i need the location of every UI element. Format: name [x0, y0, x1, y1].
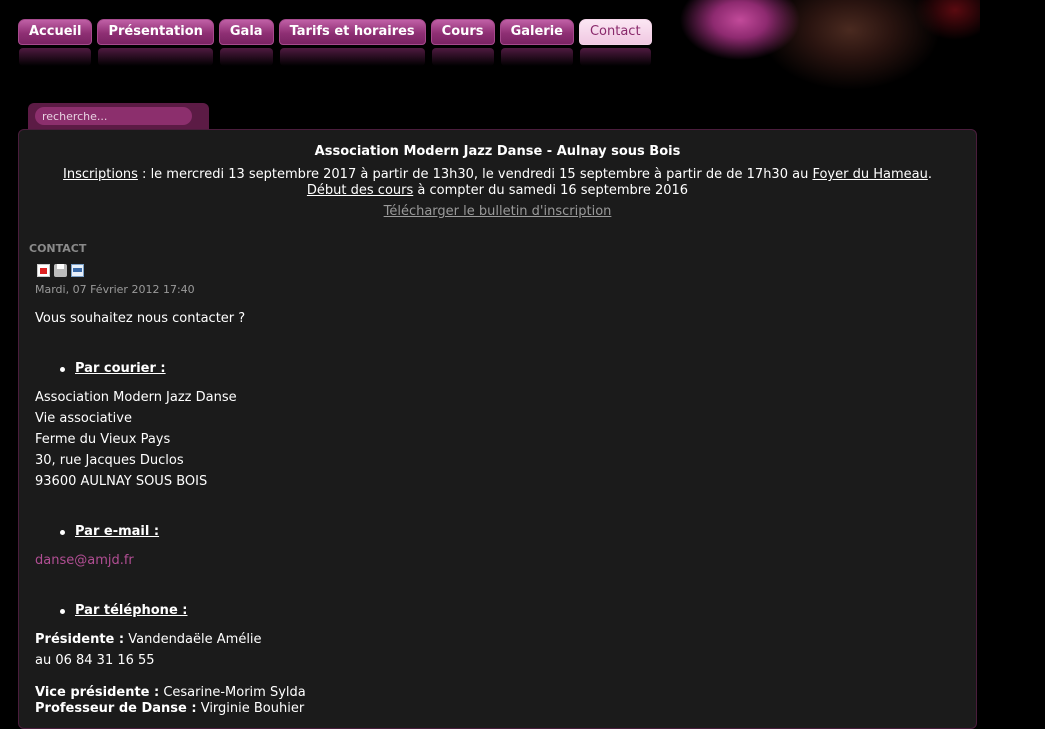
nav-tarifs-horaires[interactable]: Tarifs et horaires [278, 19, 426, 66]
download-bulletin-link[interactable]: Télécharger le bulletin d'inscription [384, 204, 612, 219]
nav-presentation[interactable]: Présentation [97, 19, 214, 66]
intro-text: Vous souhaitez nous contacter ? [35, 311, 246, 326]
pdf-icon[interactable] [37, 264, 50, 277]
nav-contact[interactable]: Contact [578, 19, 652, 66]
address-line: Ferme du Vieux Pays [35, 432, 171, 447]
vp-name: Cesarine-Morim Sylda [159, 685, 306, 700]
president-line: Présidente : Vandendaële Amélie [35, 632, 262, 647]
phone-heading: Par téléphone : [59, 603, 188, 618]
inscriptions-text: : le mercredi 13 septembre 2017 à partir… [137, 167, 813, 182]
president-name: Vandendaële Amélie [124, 632, 262, 647]
section-heading: CONTACT [29, 242, 87, 255]
teacher-name: Virginie Bouhier [196, 701, 305, 716]
courses-link[interactable]: Début des cours [307, 183, 413, 198]
article-tools [37, 264, 84, 277]
address-line: 93600 AULNAY SOUS BOIS [35, 474, 208, 489]
inscriptions-line: Inscriptions : le mercredi 13 septembre … [19, 167, 976, 182]
nav-accueil[interactable]: Accueil [18, 19, 93, 66]
print-icon[interactable] [54, 264, 67, 277]
article-date: Mardi, 07 Février 2012 17:40 [35, 283, 195, 296]
address-line: Vie associative [35, 411, 132, 426]
email-link[interactable]: danse@amjd.fr [35, 553, 134, 568]
mail-heading: Par courier : [60, 361, 166, 376]
president-label: Présidente : [35, 632, 125, 647]
courses-line: Début des cours à compter du samedi 16 s… [19, 183, 976, 198]
vp-label: Vice présidente : [35, 685, 160, 700]
content-panel: Association Modern Jazz Danse - Aulnay s… [18, 129, 977, 729]
nav-galerie[interactable]: Galerie [499, 19, 574, 66]
nav-gala[interactable]: Gala [218, 19, 274, 66]
address-line: Association Modern Jazz Danse [35, 390, 237, 405]
download-line: Télécharger le bulletin d'inscription [19, 204, 976, 219]
main-nav: Accueil Présentation Gala Tarifs et hora… [18, 19, 652, 66]
search-tab [28, 103, 209, 130]
venue-link[interactable]: Foyer du Hameau [812, 167, 927, 182]
teacher-line: Professeur de Danse : Virginie Bouhier [35, 701, 304, 716]
vp-line: Vice présidente : Cesarine-Morim Sylda [35, 685, 306, 700]
search-input[interactable] [35, 107, 192, 125]
address-line: 30, rue Jacques Duclos [35, 453, 184, 468]
venue-end: . [927, 167, 932, 182]
email-heading: Par e-mail : [59, 524, 160, 539]
inscriptions-link[interactable]: Inscriptions [63, 167, 138, 182]
email-icon[interactable] [71, 264, 84, 277]
nav-cours[interactable]: Cours [430, 19, 495, 66]
teacher-label: Professeur de Danse : [35, 701, 197, 716]
header-dancer-image [680, 0, 980, 100]
president-phone: au 06 84 31 16 55 [35, 653, 155, 668]
courses-text: à compter du samedi 16 septembre 2016 [413, 183, 689, 198]
association-title: Association Modern Jazz Danse - Aulnay s… [314, 144, 681, 159]
